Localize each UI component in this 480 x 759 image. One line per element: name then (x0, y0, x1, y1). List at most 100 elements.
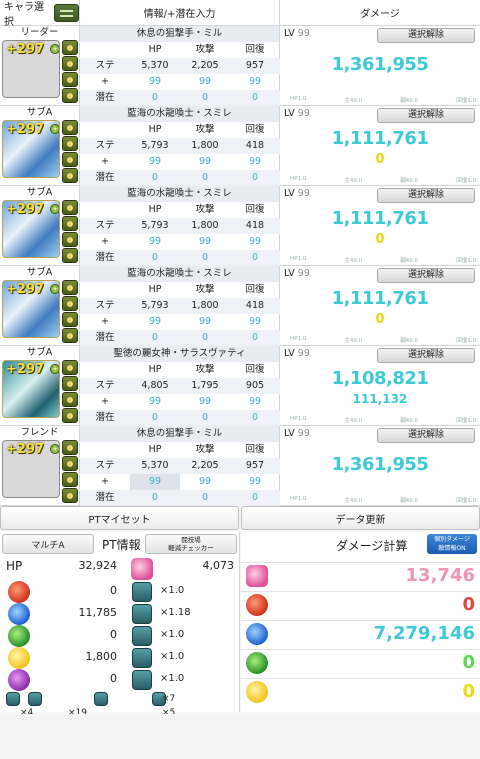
awakening-icon (62, 88, 78, 103)
deselect-button[interactable]: 選択解除 (377, 348, 475, 363)
level-display: LV 99 (284, 268, 310, 279)
deselect-button[interactable]: 選択解除 (377, 28, 475, 43)
latent-label: 潜在 (80, 170, 130, 186)
latent-atk[interactable]: 0 (180, 490, 230, 506)
damage-calc-row: 0 (241, 678, 480, 703)
member-portrait[interactable]: +297 + (2, 120, 60, 178)
multiplier-row: HP1.0 主49.0 副49.0 回復1.0 (290, 176, 476, 184)
awakening-icon (132, 648, 152, 668)
plus-rcv-input[interactable]: 99 (230, 314, 280, 330)
detail-damage-button[interactable]: 個別ダメージ 敵情報ON (427, 534, 477, 554)
level-value: 99 (297, 188, 310, 199)
plus-atk-input[interactable]: 99 (180, 474, 230, 490)
plus-dot-icon: + (50, 444, 59, 454)
plus-hp-input[interactable]: 99 (130, 314, 180, 330)
plus-rcv-input[interactable]: 99 (230, 474, 280, 490)
multi-select-button[interactable]: マルチA (2, 534, 94, 554)
plus-atk-input[interactable]: 99 (180, 74, 230, 90)
latent-atk[interactable]: 0 (180, 410, 230, 426)
latent-rcv[interactable]: 0 (230, 90, 280, 106)
pt-hp-value: 32,924 (78, 559, 118, 572)
pt-attr-mult: ×1.0 (160, 629, 185, 640)
plus-hp-input[interactable]: 99 (130, 74, 180, 90)
latent-hp[interactable]: 0 (130, 250, 180, 266)
stat-hp: 5,370 (130, 458, 180, 474)
latent-atk[interactable]: 0 (180, 90, 230, 106)
deselect-button[interactable]: 選択解除 (377, 268, 475, 283)
stat-hp: 5,793 (130, 298, 180, 314)
awakening-icon (62, 456, 78, 471)
latent-label: 潜在 (80, 410, 130, 426)
member-portrait[interactable]: +297 + (2, 440, 60, 498)
damage-calc-title: ダメージ計算 (336, 539, 408, 553)
level-display: LV 99 (284, 188, 310, 199)
latent-rcv[interactable]: 0 (230, 170, 280, 186)
latent-hp[interactable]: 0 (130, 170, 180, 186)
latent-atk[interactable]: 0 (180, 170, 230, 186)
plus-rcv-input[interactable]: 99 (230, 74, 280, 90)
plus-atk-input[interactable]: 99 (180, 314, 230, 330)
latent-rcv[interactable]: 0 (230, 410, 280, 426)
awakening-icon (62, 360, 78, 375)
pt-myset-button[interactable]: PTマイセット (0, 506, 239, 530)
arena-checker-button[interactable]: 闘技場 軽減チェッカー (145, 534, 237, 554)
mult-rcv: 回復1.0 (456, 338, 476, 344)
plus-hp-input[interactable]: 99 (130, 154, 180, 170)
rcv-header: 回復 (245, 444, 265, 455)
latent-rcv[interactable]: 0 (230, 250, 280, 266)
member-portrait[interactable]: +297 + (2, 280, 60, 338)
pt-attr-value: 0 (110, 628, 117, 641)
multiplier-row: HP1.0 主49.0 副49.0 回復1.0 (290, 96, 476, 104)
latent-rcv[interactable]: 0 (230, 490, 280, 506)
pt-attr-value: 1,800 (85, 650, 118, 663)
plus-hp-input[interactable]: 99 (130, 474, 180, 490)
member-row: リーダー +297 + 休息の狙撃手・ミル HP 攻撃 回復 ステ 5,370 … (0, 26, 480, 106)
latent-hp[interactable]: 0 (130, 410, 180, 426)
plus-atk-input[interactable]: 99 (180, 154, 230, 170)
checker-line2: 軽減チェッカー (168, 544, 214, 552)
plus-atk-input[interactable]: 99 (180, 394, 230, 410)
plus-hp-input[interactable]: 99 (130, 234, 180, 250)
plus-atk-input[interactable]: 99 (180, 234, 230, 250)
rcv-header: 回復 (245, 284, 265, 295)
member-portrait[interactable]: +297 + (2, 40, 60, 98)
menu-icon[interactable] (54, 3, 79, 22)
member-role: サブA (26, 267, 53, 278)
plus-rcv-input[interactable]: 99 (230, 234, 280, 250)
sub-damage-value: 0 (375, 312, 385, 327)
member-name: 藍海の水龍喚士・スミレ (80, 266, 279, 282)
member-portrait[interactable]: +297 + (2, 360, 60, 418)
chara-select[interactable]: キャラ選択 (0, 0, 80, 28)
mult-main: 主49.0 (344, 258, 363, 264)
awakening-icon (62, 168, 78, 183)
member-left: サブA +297 + (0, 266, 80, 346)
latent-hp[interactable]: 0 (130, 490, 180, 506)
latent-hp[interactable]: 0 (130, 330, 180, 346)
level-value: 99 (297, 28, 310, 39)
latent-hp[interactable]: 0 (130, 90, 180, 106)
plus-dot-icon: + (50, 284, 59, 294)
member-row: サブA +297 + 藍海の水龍喚士・スミレ HP 攻撃 回復 ステ 5,793… (0, 186, 480, 266)
pt-attr-value: 0 (110, 584, 117, 597)
member-portrait[interactable]: +297 + (2, 200, 60, 258)
plus-rcv-input[interactable]: 99 (230, 154, 280, 170)
plus-hp-input[interactable]: 99 (130, 394, 180, 410)
deselect-button[interactable]: 選択解除 (377, 428, 475, 443)
wood-orb-icon (246, 652, 268, 674)
awakening-icon (62, 40, 78, 55)
latent-atk[interactable]: 0 (180, 330, 230, 346)
data-update-button[interactable]: データ更新 (241, 506, 480, 530)
plus-rcv-input[interactable]: 99 (230, 394, 280, 410)
awakening-count: ×7 (162, 694, 176, 704)
deselect-button[interactable]: 選択解除 (377, 188, 475, 203)
dark-orb-icon (8, 669, 30, 691)
damage-calc-value: 7,279,146 (373, 623, 475, 644)
stat-label: ステ (80, 378, 130, 394)
deselect-button[interactable]: 選択解除 (377, 108, 475, 123)
latent-atk[interactable]: 0 (180, 250, 230, 266)
latent-rcv[interactable]: 0 (230, 330, 280, 346)
mult-rcv: 回復1.0 (456, 498, 476, 504)
plus-badge: +297 (6, 282, 45, 297)
multiplier-row: HP1.0 主49.0 副49.0 回復1.0 (290, 336, 476, 344)
member-left: フレンド +297 + (0, 426, 80, 506)
